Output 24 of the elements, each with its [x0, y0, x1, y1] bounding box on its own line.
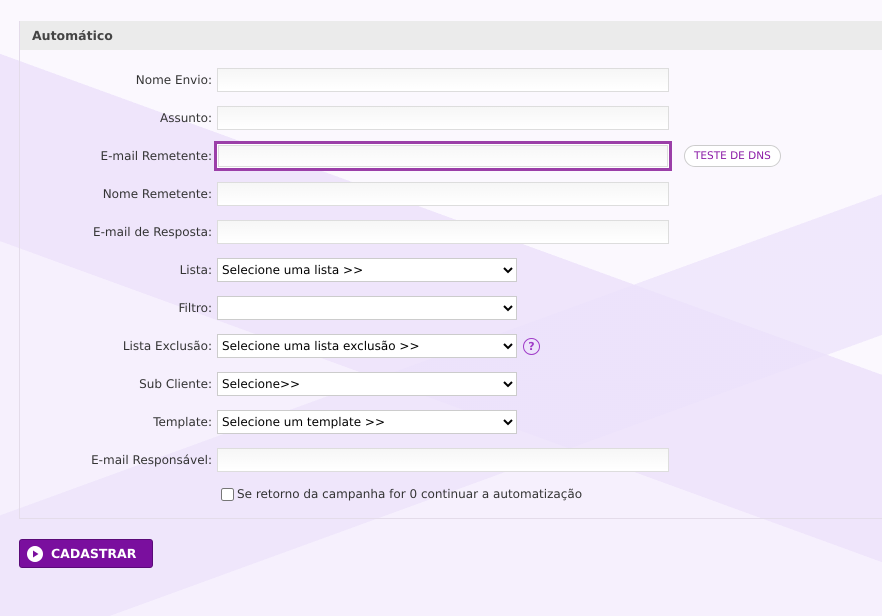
section-title: Automático — [32, 28, 113, 43]
dropdown[interactable] — [217, 296, 517, 320]
input-field[interactable] — [214, 141, 672, 171]
field-label: Lista: — [178, 263, 213, 277]
field-label: E-mail de Resposta: — [92, 225, 213, 239]
field-label: Sub Cliente: — [138, 377, 213, 391]
field-label: E-mail Responsável: — [90, 453, 213, 467]
dns-test-button[interactable]: TESTE DE DNS — [684, 145, 781, 167]
checkbox-label: Se retorno da campanha for 0 continuar a automatização — [237, 487, 582, 501]
dropdown[interactable]: Selecione um template >> — [217, 410, 517, 434]
cadastrar-button[interactable]: CADASTRAR — [19, 539, 153, 568]
field-label: Filtro: — [178, 301, 213, 315]
dropdown[interactable]: Selecione>> — [217, 372, 517, 396]
field-label: Nome Remetente: — [102, 187, 213, 201]
field-label: Lista Exclusão: — [122, 339, 213, 353]
field-label: Template: — [152, 415, 213, 429]
help-icon[interactable]: ? — [523, 338, 540, 354]
field-label: Assunto: — [158, 111, 213, 125]
checkbox[interactable] — [221, 488, 234, 500]
field-label: Nome Envio: — [134, 73, 213, 87]
play-icon — [27, 546, 43, 562]
dropdown[interactable]: Selecione uma lista >> — [217, 258, 517, 282]
dropdown[interactable]: Selecione uma lista exclusão >> — [217, 334, 517, 358]
field-label: E-mail Remetente: — [99, 149, 213, 163]
